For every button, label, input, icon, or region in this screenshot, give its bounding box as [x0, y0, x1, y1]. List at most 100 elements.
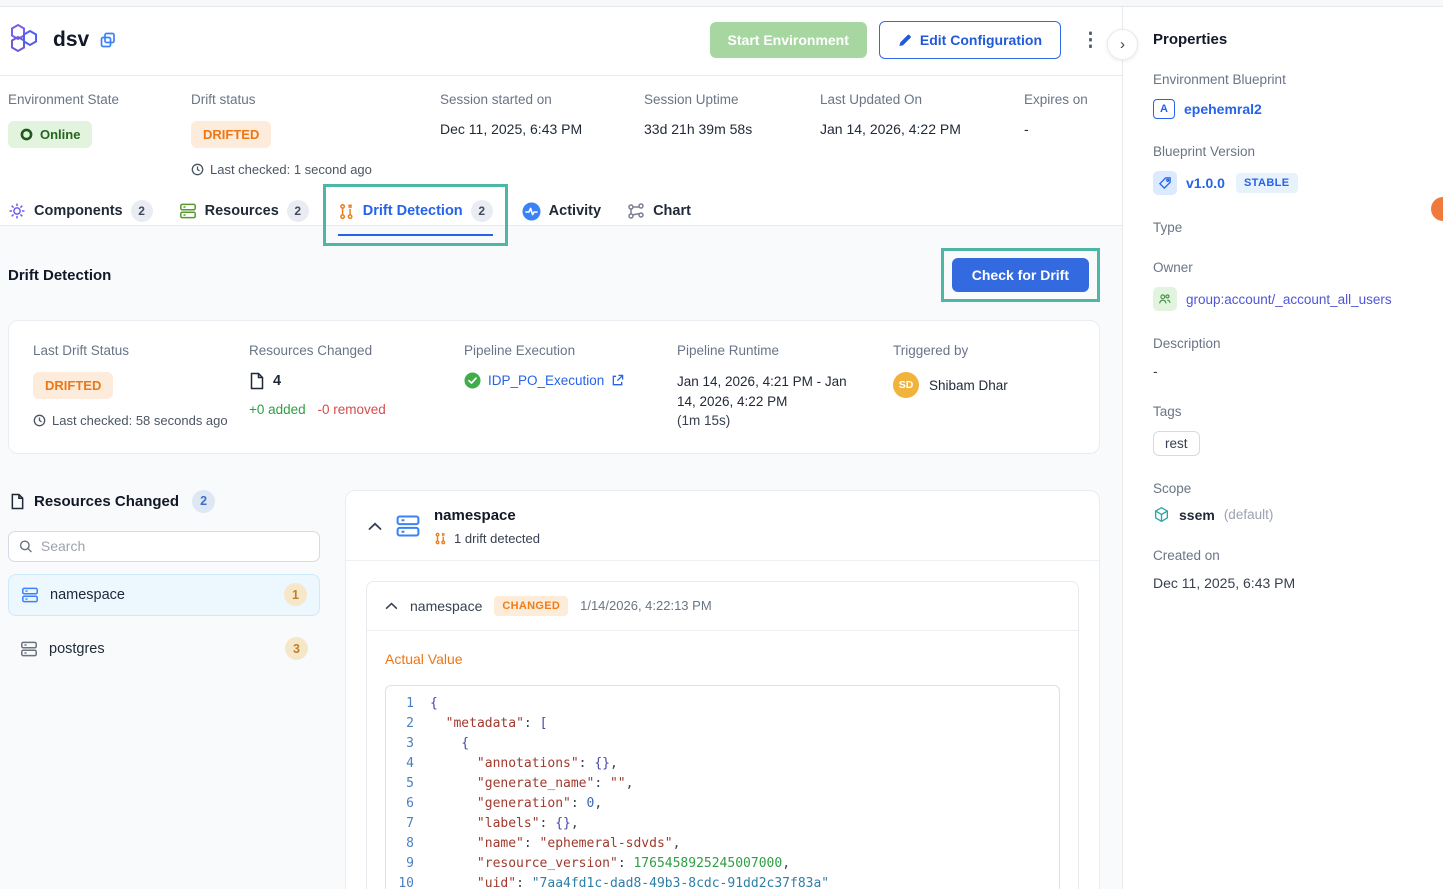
pencil-icon — [898, 33, 912, 47]
file-icon — [249, 372, 265, 390]
tab-bar: Components 2 Resources 2 Drift Detection… — [0, 197, 1122, 226]
list-item-postgres[interactable]: postgres 3 — [8, 628, 320, 670]
tag-icon — [1153, 171, 1177, 195]
scope-label: Scope — [1153, 481, 1443, 496]
chart-icon — [627, 202, 645, 220]
copy-icon[interactable] — [99, 31, 117, 49]
last-updated-value: Jan 14, 2026, 4:22 PM — [820, 121, 1024, 137]
last-drift-status-label: Last Drift Status — [33, 343, 249, 358]
tags-label: Tags — [1153, 404, 1443, 419]
drift-count-badge: 1 — [284, 583, 307, 606]
description-value: - — [1153, 363, 1443, 379]
drift-stats-card: Last Drift Status DRIFTED Last checked: … — [8, 320, 1100, 454]
environment-header: dsv Start Environment Edit Configuration… — [0, 7, 1122, 76]
expires-label: Expires on — [1024, 92, 1114, 107]
resources-changed-label: Resources Changed — [249, 343, 464, 358]
session-uptime-label: Session Uptime — [644, 92, 820, 107]
drift-section-title: Drift Detection — [8, 267, 111, 284]
tab-badge: 2 — [287, 200, 309, 222]
tab-chart[interactable]: Chart — [627, 202, 691, 220]
page-title: dsv — [53, 28, 89, 52]
environment-meta: Environment State Online Drift status DR… — [0, 76, 1122, 197]
drift-last-checked: Last checked: 1 second ago — [191, 162, 440, 177]
stack-icon — [20, 640, 38, 658]
collapse-chevron-icon[interactable] — [368, 522, 382, 531]
drift-status-label: Drift status — [191, 92, 440, 107]
properties-panel: › Properties Environment Blueprint A epe… — [1122, 7, 1443, 889]
collapse-panel-button[interactable]: › — [1107, 29, 1138, 60]
tab-drift-detection[interactable]: Drift Detection 2 — [338, 200, 493, 222]
drift-detail-card: namespace 1 drift detected — [345, 490, 1100, 889]
stable-badge: STABLE — [1236, 173, 1298, 193]
drift-count-badge: 3 — [285, 637, 308, 660]
group-icon — [1153, 287, 1177, 311]
search-input[interactable] — [41, 538, 309, 554]
file-icon — [10, 493, 25, 510]
created-on-label: Created on — [1153, 548, 1443, 563]
drift-card-last-checked: Last checked: 58 seconds ago — [33, 413, 249, 428]
search-icon — [19, 539, 33, 554]
check-for-drift-button[interactable]: Check for Drift — [952, 258, 1089, 292]
stack-icon — [179, 202, 197, 220]
blueprint-version-link[interactable]: v1.0.0 — [1186, 175, 1225, 191]
online-dot-icon — [20, 128, 33, 141]
external-link-icon — [611, 374, 624, 387]
avatar: SD — [893, 372, 919, 398]
added-count: +0 added — [249, 402, 306, 417]
scope-value: ssem — [1179, 507, 1215, 523]
environment-blueprint-label: Environment Blueprint — [1153, 72, 1443, 87]
type-label: Type — [1153, 220, 1443, 235]
actual-value-title: Actual Value — [385, 651, 1060, 667]
properties-title: Properties — [1153, 31, 1443, 48]
edit-configuration-button[interactable]: Edit Configuration — [879, 21, 1061, 59]
resources-changed-panel: Resources Changed 2 namespace 1 — [8, 490, 320, 670]
session-started-value: Dec 11, 2025, 6:43 PM — [440, 121, 644, 137]
status-badge-changed: CHANGED — [494, 596, 568, 616]
activity-icon — [522, 202, 541, 221]
last-drift-status-badge: DRIFTED — [33, 372, 113, 399]
notification-dot[interactable] — [1431, 197, 1443, 221]
start-environment-button[interactable]: Start Environment — [710, 22, 867, 58]
tab-badge: 2 — [471, 200, 493, 222]
created-on-value: Dec 11, 2025, 6:43 PM — [1153, 575, 1443, 591]
tab-activity[interactable]: Activity — [522, 202, 601, 221]
triggered-by-label: Triggered by — [893, 343, 1099, 358]
stack-icon — [395, 513, 421, 539]
triggered-by-name: Shibam Dhar — [929, 378, 1008, 393]
resources-panel-title: Resources Changed — [34, 493, 179, 510]
resource-search[interactable] — [8, 531, 320, 562]
owner-label: Owner — [1153, 260, 1443, 275]
cube-icon — [1153, 506, 1170, 523]
stack-icon — [21, 586, 39, 604]
top-strip — [0, 0, 1443, 7]
removed-count: -0 removed — [317, 402, 385, 417]
collapse-chevron-icon[interactable] — [385, 602, 398, 610]
tag-chip: rest — [1153, 431, 1200, 456]
drift-entry-name: namespace — [410, 598, 482, 614]
status-badge-drifted: DRIFTED — [191, 121, 271, 148]
json-code-viewer[interactable]: 1{2"metadata": [3{4"annotations": {},5"g… — [385, 685, 1060, 889]
pipeline-execution-link[interactable]: IDP_PO_Execution — [464, 372, 677, 389]
resources-panel-badge: 2 — [192, 490, 215, 513]
drift-icon — [434, 532, 447, 545]
expires-value: - — [1024, 121, 1114, 137]
resources-changed-count: 4 — [273, 373, 281, 389]
code-lines: 1{2"metadata": [3{4"annotations": {},5"g… — [386, 694, 1059, 889]
blueprint-icon: A — [1153, 99, 1175, 119]
last-updated-label: Last Updated On — [820, 92, 1024, 107]
tab-badge: 2 — [131, 200, 153, 222]
gear-icon — [8, 202, 26, 220]
environment-blueprint-link[interactable]: epehemral2 — [1184, 101, 1262, 117]
owner-link[interactable]: group:account/_account_all_users — [1186, 292, 1392, 307]
annotation-box-check-drift: Check for Drift — [941, 248, 1100, 302]
list-item-namespace[interactable]: namespace 1 — [8, 574, 320, 616]
more-options-kebab-icon[interactable]: ⋮ — [1073, 27, 1108, 54]
active-tab-underline — [338, 234, 493, 237]
description-label: Description — [1153, 336, 1443, 351]
scope-default-suffix: (default) — [1224, 507, 1274, 522]
environment-state-label: Environment State — [8, 92, 191, 107]
annotation-box-drift-tab: Drift Detection 2 — [323, 184, 508, 246]
tab-resources[interactable]: Resources 2 — [179, 200, 309, 222]
tab-components[interactable]: Components 2 — [8, 200, 153, 222]
blueprint-version-label: Blueprint Version — [1153, 144, 1443, 159]
